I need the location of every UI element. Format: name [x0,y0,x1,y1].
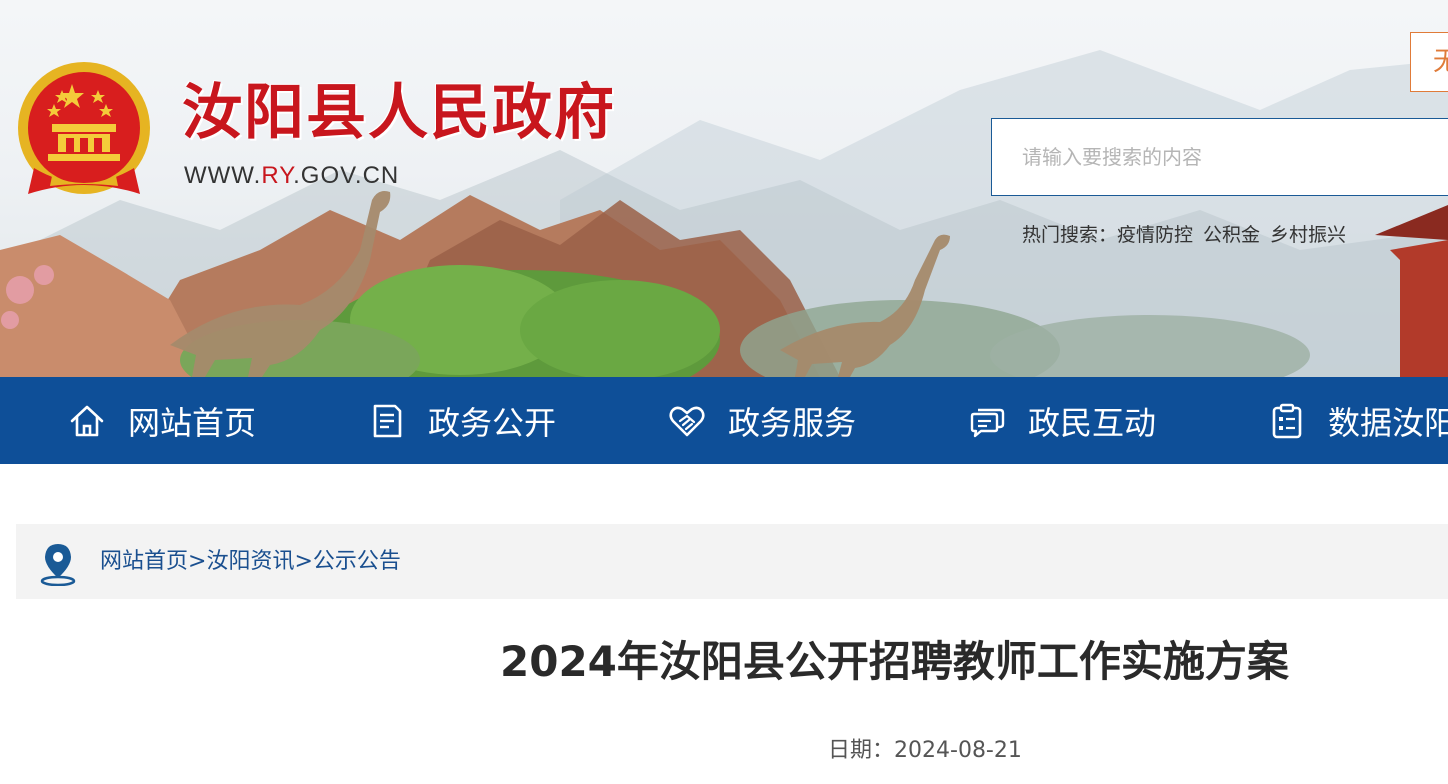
site-url: WWW.RY.GOV.CN [184,162,399,190]
document-icon [373,404,402,437]
nav-item-data[interactable]: 数据汝阳 [1268,377,1448,464]
hot-search-link[interactable]: 乡村振兴 [1270,224,1346,246]
search-input[interactable] [992,119,1448,195]
clipboard-data-icon [1272,403,1302,438]
breadcrumb-separator: > [294,549,313,574]
article-date: 日期：2024-08-21 [828,732,1022,764]
hot-search: 热门搜索：疫情防控 公积金 乡村振兴 [1022,220,1356,247]
location-pin-icon [40,544,76,586]
header-banner: 汝阳县人民政府 WWW.RY.GOV.CN 无 热门搜索：疫情防控公积金乡村振兴 [0,0,1448,377]
main-nav: 网站首页 政务公开 政务服务 政民互动 数据汝阳 [0,377,1448,464]
breadcrumb-link[interactable]: 网站首页 [100,549,188,574]
article-date-label: 日期： [828,738,895,763]
breadcrumb-link[interactable]: 公示公告 [313,549,401,574]
home-icon [70,405,104,436]
nav-item-label: 政民互动 [1028,403,1157,442]
handshake-heart-icon [669,406,705,436]
national-emblem-logo [18,62,150,194]
article-date-value: 2024-08-21 [894,738,1022,763]
nav-item-label: 政务公开 [428,403,557,442]
search-box [991,118,1448,196]
nav-item-gov-affairs[interactable]: 政务公开 [368,377,556,464]
breadcrumb-link[interactable]: 汝阳资讯 [206,549,294,574]
nav-item-interaction[interactable]: 政民互动 [968,377,1156,464]
site-url-prefix: WWW. [184,162,262,189]
breadcrumb: 网站首页>汝阳资讯>公示公告 [16,524,1448,599]
breadcrumb-separator: > [188,549,207,574]
article-title: 2024年汝阳县公开招聘教师工作实施方案 [500,637,1289,686]
nav-item-label: 政务服务 [728,403,857,442]
hot-search-link[interactable]: 公积金 [1203,224,1260,246]
chat-bubbles-icon [970,408,1005,437]
breadcrumb-trail: 网站首页>汝阳资讯>公示公告 [100,524,401,599]
nav-item-gov-services[interactable]: 政务服务 [668,377,856,464]
hot-search-label: 热门搜索： [1022,224,1118,246]
site-url-highlight: RY [261,162,294,189]
site-url-suffix: .GOV.CN [293,162,400,189]
top-right-button[interactable]: 无 [1410,32,1448,92]
hot-search-link[interactable]: 疫情防控 [1117,224,1193,246]
nav-item-home[interactable]: 网站首页 [68,377,256,464]
nav-item-label: 数据汝阳 [1328,403,1448,442]
nav-item-label: 网站首页 [128,403,257,442]
site-title[interactable]: 汝阳县人民政府 [182,76,616,150]
